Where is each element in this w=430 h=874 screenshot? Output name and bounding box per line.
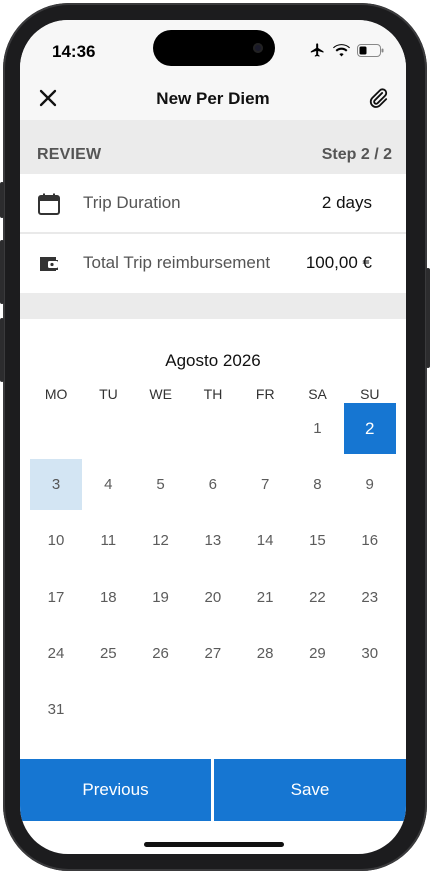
airplane-icon: [309, 42, 326, 63]
section-separator: [20, 293, 406, 319]
calendar-month-label: Agosto 2026: [165, 351, 261, 370]
footer-actions: Previous Save: [20, 759, 406, 821]
calendar-day[interactable]: 5: [135, 459, 187, 510]
step-header: REVIEW Step 2 / 2: [20, 120, 406, 174]
calendar-day[interactable]: 4: [82, 459, 134, 510]
volume-up-button: [0, 240, 4, 304]
calendar-day[interactable]: 11: [82, 515, 134, 566]
trip-duration-label: Trip Duration: [83, 193, 181, 212]
calendar-week: 17 18 19 20 21 22 23: [30, 572, 396, 624]
battery-icon: [357, 43, 384, 62]
power-button: [426, 268, 430, 368]
status-bar: 14:36: [20, 20, 406, 80]
calendar-day[interactable]: 6: [187, 459, 239, 510]
wifi-icon: [333, 43, 350, 62]
calendar-day[interactable]: 3: [30, 459, 82, 510]
calendar-day[interactable]: 9: [344, 459, 396, 510]
previous-button[interactable]: Previous: [20, 759, 211, 821]
calendar-icon: [37, 192, 61, 216]
calendar-week: 10 11 12 13 14 15 16: [30, 515, 396, 567]
calendar-day[interactable]: 24: [30, 628, 82, 679]
page-title: New Per Diem: [156, 89, 270, 108]
calendar-day[interactable]: 21: [239, 572, 291, 623]
calendar-day[interactable]: 8: [291, 459, 343, 510]
save-button[interactable]: Save: [214, 759, 406, 821]
trip-duration-row: Trip Duration 2 days: [20, 174, 406, 232]
calendar-day[interactable]: 23: [344, 572, 396, 623]
status-time: 14:36: [52, 42, 96, 61]
calendar-day[interactable]: 2: [343, 403, 396, 454]
calendar-day[interactable]: 10: [30, 515, 82, 566]
home-indicator: [144, 842, 284, 847]
phone-frame: 14:36 New Per Diem REVIEW Step 2 / 2 Tri…: [0, 0, 430, 874]
total-reimbursement-label: Total Trip reimbursement: [83, 253, 271, 272]
calendar-day[interactable]: 18: [82, 572, 134, 623]
calendar-day[interactable]: 19: [135, 572, 187, 623]
step-label: REVIEW: [37, 146, 102, 163]
calendar-day[interactable]: 14: [239, 515, 291, 566]
calendar-day[interactable]: 26: [135, 628, 187, 679]
calendar-day[interactable]: 16: [344, 515, 396, 566]
step-counter: Step 2 / 2: [321, 146, 392, 163]
calendar-week: 12: [30, 403, 396, 455]
action-button: [0, 182, 4, 218]
calendar-day[interactable]: 25: [82, 628, 134, 679]
calendar-day[interactable]: 31: [30, 684, 82, 735]
calendar-day[interactable]: 30: [344, 628, 396, 679]
calendar-day[interactable]: 1: [291, 403, 343, 454]
calendar-day[interactable]: 28: [239, 628, 291, 679]
total-reimbursement-value: 100,00 €: [305, 253, 372, 272]
calendar-day[interactable]: 13: [187, 515, 239, 566]
volume-down-button: [0, 318, 4, 382]
calendar-day[interactable]: 17: [30, 572, 82, 623]
calendar-week: 31: [30, 684, 396, 736]
nav-bar: New Per Diem: [20, 80, 406, 120]
calendar-day[interactable]: 7: [239, 459, 291, 510]
calendar-day[interactable]: 22: [291, 572, 343, 623]
calendar-day[interactable]: 15: [291, 515, 343, 566]
calendar-week: 24 25 26 27 28 29 30: [30, 628, 396, 680]
trip-duration-value: 2 days: [321, 193, 372, 212]
calendar-day[interactable]: 27: [187, 628, 239, 679]
attach-button[interactable]: [362, 84, 394, 116]
paperclip-icon: [367, 87, 389, 114]
total-reimbursement-row: Total Trip reimbursement 100,00 €: [20, 234, 406, 292]
wallet-icon: [37, 252, 61, 276]
calendar-day[interactable]: 20: [187, 572, 239, 623]
dynamic-island: [153, 30, 275, 66]
calendar-week: 3456789: [30, 459, 396, 511]
calendar-day[interactable]: 12: [135, 515, 187, 566]
status-icons: [309, 42, 384, 63]
screen: 14:36 New Per Diem REVIEW Step 2 / 2 Tri…: [20, 20, 406, 854]
calendar-day[interactable]: 29: [291, 628, 343, 679]
